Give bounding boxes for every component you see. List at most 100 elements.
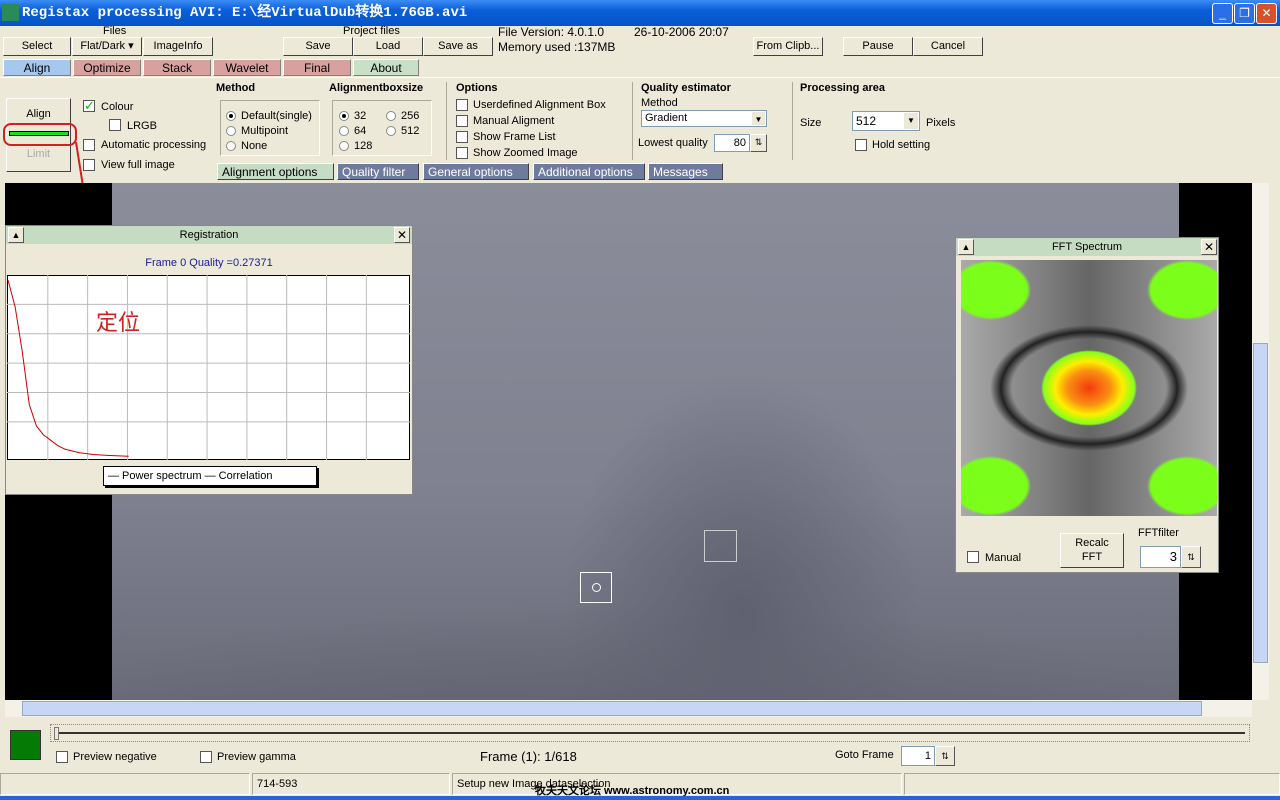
close-icon[interactable]: ✕ [394,227,410,243]
lowest-quality-spinner[interactable]: ⇅ [750,134,767,152]
fft-spectrum-image [961,260,1217,516]
close-icon[interactable]: ✕ [1201,239,1217,255]
window-title: Registax processing AVI: E:\经VirtualDub转… [22,5,468,21]
option-label: Show Frame List [473,131,556,143]
size-select[interactable]: 512 ▼ [852,111,920,131]
colour-checkbox[interactable]: ✓ [83,99,95,112]
view-full-image-checkbox[interactable] [83,159,95,171]
alignment-point-box[interactable] [580,572,612,603]
project-files-label: Project files [343,25,400,37]
status-cell-1 [0,773,250,795]
options-title: Options [456,82,498,94]
status-color-indicator [10,730,41,760]
tab-about[interactable]: About [353,59,419,76]
collapse-icon[interactable]: ▲ [8,227,24,243]
subtab[interactable]: Alignment options [217,163,334,180]
method-default-radio[interactable]: Default(single) [226,110,312,122]
size-label: Size [800,117,822,129]
boxsize-256-radio[interactable]: 256 [386,110,419,122]
fft-filter-input[interactable]: 3 [1140,546,1181,568]
frame-slider[interactable] [50,724,1250,742]
option-label: Userdefined Alignment Box [473,99,606,111]
boxsize-title: Alignmentboxsize [329,82,424,94]
horizontal-scrollbar[interactable] [5,700,1252,717]
preview-negative-label: Preview negative [73,751,157,763]
method-title: Method [216,82,256,94]
hold-setting-label: Hold setting [872,139,931,151]
align-button[interactable]: Align [8,108,69,120]
option-checkbox[interactable] [456,131,468,143]
quality-text: Frame 0 Quality =0.27371 [145,257,273,269]
method-none-radio[interactable]: None [226,140,267,152]
status-coords: 714-593 [252,773,450,795]
tab-wavelet[interactable]: Wavelet [213,59,281,76]
pause-button[interactable]: Pause [843,37,913,56]
collapse-icon[interactable]: ▲ [958,239,974,255]
tab-optimize[interactable]: Optimize [73,59,141,76]
fft-window: FFT Spectrum ▲ ✕ Manual Recalc FFT FFTfi… [955,237,1219,573]
frame-counter: Frame (1): 1/618 [480,749,577,764]
boxsize-512-radio[interactable]: 512 [386,125,419,137]
subtab[interactable]: General options [423,163,529,180]
limit-button[interactable]: Limit [8,148,69,160]
annotation-text: 定位 [96,311,141,336]
view-full-image-label: View full image [101,159,175,171]
lowest-quality-label: Lowest quality [638,137,708,149]
fft-title: FFT Spectrum [956,238,1218,256]
tab-stack[interactable]: Stack [143,59,211,76]
auto-processing-checkbox[interactable] [83,139,95,151]
load-button[interactable]: Load [353,37,423,56]
boxsize-32-radio[interactable]: 32 [339,110,366,122]
preview-gamma-checkbox[interactable] [200,751,212,763]
annotation-circle [3,123,77,146]
colour-label: Colour [101,101,134,113]
save-as-button[interactable]: Save as [423,37,493,56]
quality-method-label: Method [641,97,678,109]
boxsize-64-radio[interactable]: 64 [339,125,366,137]
registration-window: Registration ▲ ✕ Frame 0 Quality =0.2737… [5,225,413,495]
fft-filter-spinner[interactable]: ⇅ [1181,546,1201,568]
alignment-box[interactable] [704,530,737,562]
recalc-fft-button[interactable]: Recalc FFT [1060,533,1124,568]
option-checkbox[interactable] [456,115,468,127]
pixels-label: Pixels [926,117,956,129]
tab-final[interactable]: Final [283,59,351,76]
subtab[interactable]: Quality filter [337,163,419,180]
manual-label: Manual [985,552,1022,564]
vertical-scrollbar[interactable] [1252,183,1269,700]
boxsize-128-radio[interactable]: 128 [339,140,372,152]
lowest-quality-input[interactable]: 80 [714,134,750,152]
maximize-button[interactable]: ❐ [1234,3,1255,24]
tab-align[interactable]: Align [3,59,71,76]
flat-dark-button[interactable]: Flat/Dark ▾ [72,37,142,56]
option-checkbox[interactable] [456,99,468,111]
registration-chart [7,275,410,460]
cancel-button[interactable]: Cancel [913,37,983,56]
minimize-button[interactable]: _ [1212,3,1233,24]
imageinfo-button[interactable]: ImageInfo [143,37,213,56]
goto-frame-input[interactable]: 1 [901,746,935,766]
close-button[interactable]: ✕ [1256,3,1277,24]
preview-negative-checkbox[interactable] [56,751,68,763]
quality-method-select[interactable]: Gradient ▼ [641,110,767,127]
goto-frame-spinner[interactable]: ⇅ [935,746,955,766]
subtab[interactable]: Messages [648,163,723,180]
from-clipboard-button[interactable]: From Clipb... [753,37,823,56]
hold-setting-checkbox[interactable] [855,139,867,151]
quality-title: Quality estimator [641,82,731,94]
registration-title: Registration [6,226,412,244]
option-checkbox[interactable] [456,147,468,159]
manual-checkbox[interactable] [967,551,979,563]
fft-filter-label: FFTfilter [1138,527,1179,539]
preview-gamma-label: Preview gamma [217,751,296,763]
plot-area [7,275,410,460]
chart-legend: — Power spectrum — Correlation [103,466,317,486]
processing-area-title: Processing area [800,82,885,94]
select-button[interactable]: Select [3,37,71,56]
subtab[interactable]: Additional options [533,163,645,180]
option-label: Show Zoomed Image [473,147,578,159]
save-button[interactable]: Save [283,37,353,56]
method-multipoint-radio[interactable]: Multipoint [226,125,288,137]
lrgb-checkbox[interactable] [109,119,121,131]
app-icon [2,4,19,21]
